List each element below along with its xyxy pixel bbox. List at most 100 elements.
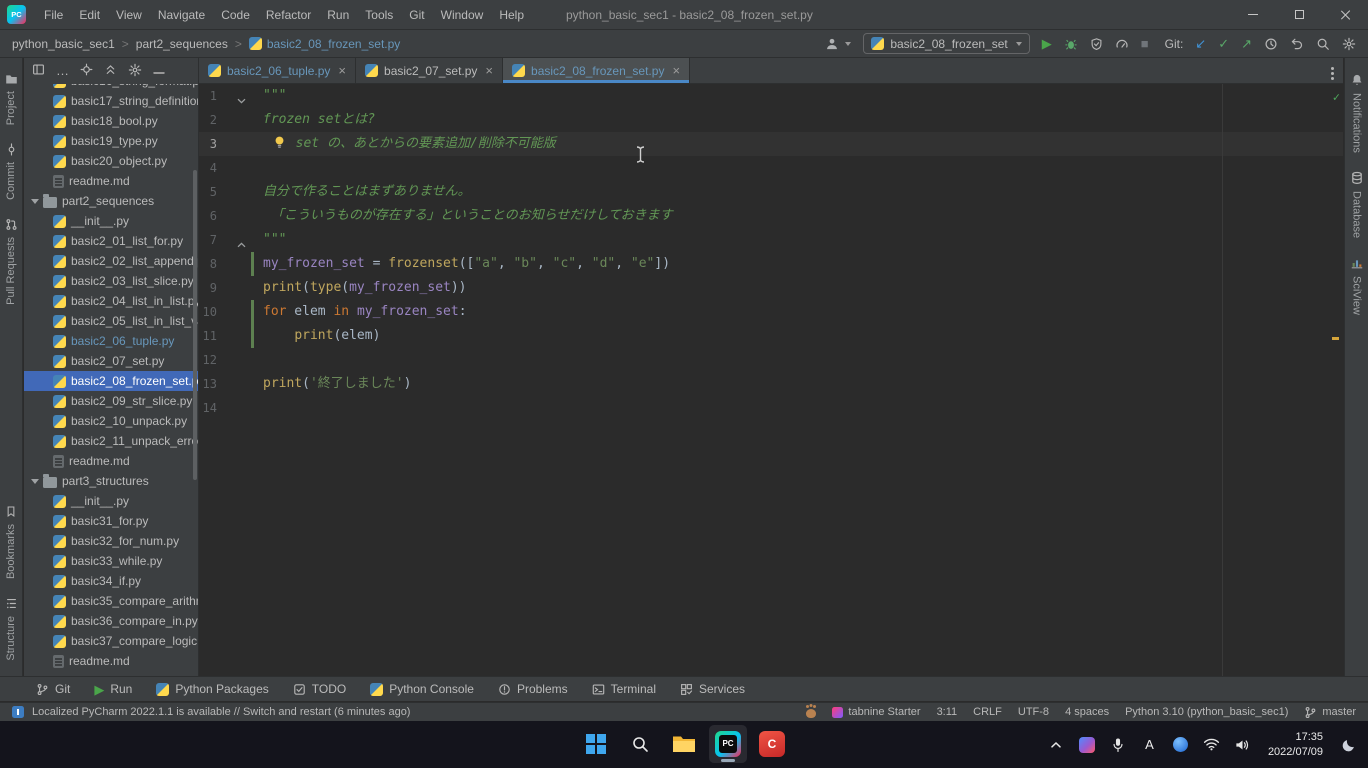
collapse-all-button[interactable] bbox=[104, 63, 117, 79]
status-utf-8[interactable]: UTF-8 bbox=[1018, 706, 1049, 718]
project-view-options-button[interactable] bbox=[32, 63, 45, 79]
status-python-3-10-python-basic-sec1[interactable]: Python 3.10 (python_basic_sec1) bbox=[1125, 706, 1288, 718]
tool-stripe-sciview[interactable]: SciView bbox=[1350, 256, 1364, 315]
tree-item[interactable]: part2_sequences bbox=[24, 191, 198, 211]
tree-item[interactable]: basic2_01_list_for.py bbox=[24, 231, 198, 251]
tab-options-icon[interactable] bbox=[1331, 64, 1334, 78]
menu-tools[interactable]: Tools bbox=[357, 0, 401, 30]
user-account-button[interactable] bbox=[825, 37, 851, 51]
tree-item[interactable]: basic2_07_set.py bbox=[24, 351, 198, 371]
tree-item[interactable]: basic34_if.py bbox=[24, 571, 198, 591]
editor-line[interactable]: 10for elem in my_frozen_set: bbox=[199, 300, 1343, 324]
editor-line[interactable]: 8my_frozen_set = frozenset(["a", "b", "c… bbox=[199, 252, 1343, 276]
tree-item[interactable]: readme.md bbox=[24, 171, 198, 191]
settings-button[interactable] bbox=[1342, 37, 1356, 51]
tray-ime-a[interactable] bbox=[1136, 728, 1163, 762]
commit-button[interactable]: ✓ bbox=[1218, 37, 1229, 50]
menu-file[interactable]: File bbox=[36, 0, 71, 30]
tool-stripe-database[interactable]: Database bbox=[1350, 171, 1364, 238]
run-config-button[interactable]: basic2_08_frozen_set bbox=[863, 33, 1029, 54]
editor-line[interactable]: 12 bbox=[199, 348, 1343, 372]
taskbar-search[interactable] bbox=[621, 725, 659, 763]
menu-navigate[interactable]: Navigate bbox=[150, 0, 213, 30]
tool-stripe-structure[interactable]: Structure bbox=[5, 597, 18, 661]
menu-run[interactable]: Run bbox=[319, 0, 357, 30]
tree-item[interactable]: basic33_while.py bbox=[24, 551, 198, 571]
tree-item[interactable]: __init__.py bbox=[24, 211, 198, 231]
breadcrumb-item-basic2-08-frozen-set-py[interactable]: basic2_08_frozen_set.py bbox=[249, 37, 400, 51]
tool-stripe-commit[interactable]: Commit bbox=[5, 143, 18, 200]
taskbar-pycharm[interactable] bbox=[709, 725, 747, 763]
tree-item[interactable]: basic32_for_num.py bbox=[24, 531, 198, 551]
inspections-ok-icon[interactable]: ✓ bbox=[1333, 90, 1340, 104]
breadcrumb-item-python-basic-sec1[interactable]: python_basic_sec1 bbox=[12, 37, 115, 51]
status-3-11[interactable]: 3:11 bbox=[937, 706, 958, 718]
taskbar-clock[interactable]: 17:35 2022/07/09 bbox=[1268, 730, 1323, 760]
search-everywhere-button[interactable] bbox=[1316, 37, 1330, 51]
debug-button[interactable] bbox=[1064, 37, 1078, 51]
menu-view[interactable]: View bbox=[108, 0, 150, 30]
update-project-button[interactable]: ↙ bbox=[1195, 37, 1206, 50]
menu-code[interactable]: Code bbox=[213, 0, 258, 30]
warning-stripe-mark[interactable] bbox=[1332, 337, 1339, 340]
chevron-down-icon[interactable] bbox=[31, 479, 39, 484]
toolwindow-run[interactable]: ▶Run bbox=[94, 682, 132, 696]
editor-tab-basic2-06-tuple-py[interactable]: basic2_06_tuple.py× bbox=[199, 58, 356, 83]
select-opened-file-button[interactable] bbox=[80, 63, 93, 79]
status-crlf[interactable]: CRLF bbox=[973, 706, 1002, 718]
editor-tab-basic2-07-set-py[interactable]: basic2_07_set.py× bbox=[356, 58, 503, 83]
tree-item[interactable]: basic2_03_list_slice.py bbox=[24, 271, 198, 291]
tree-item[interactable]: basic20_object.py bbox=[24, 151, 198, 171]
tree-item[interactable]: basic2_08_frozen_set.py bbox=[24, 371, 198, 391]
tray-wifi[interactable] bbox=[1198, 728, 1225, 762]
run-button[interactable]: ▶ bbox=[1042, 37, 1052, 50]
hide-panel-button[interactable] bbox=[153, 64, 165, 78]
tree-item[interactable]: basic2_09_str_slice.py bbox=[24, 391, 198, 411]
tray-chevron-up[interactable] bbox=[1043, 728, 1070, 762]
tree-item[interactable]: basic36_compare_in.py bbox=[24, 611, 198, 631]
editor-line[interactable]: 7""" bbox=[199, 228, 1343, 252]
tray-color-app[interactable] bbox=[1074, 728, 1101, 762]
tree-item[interactable]: basic17_string_definition bbox=[24, 91, 198, 111]
editor[interactable]: 1"""2frozen setとは?3 set の、あとからの要素追加/削除不可… bbox=[199, 84, 1343, 676]
breadcrumb-item-part2-sequences[interactable]: part2_sequences bbox=[136, 37, 228, 51]
run-with-coverage-button[interactable] bbox=[1090, 37, 1103, 51]
toolwindow-python-packages[interactable]: Python Packages bbox=[156, 682, 268, 696]
editor-line[interactable]: 6 「こういうものが存在する」ということのお知らせだけしておきます bbox=[199, 204, 1343, 228]
history-button[interactable] bbox=[1264, 37, 1278, 51]
editor-line[interactable]: 13print('終了しました') bbox=[199, 372, 1343, 396]
menu-window[interactable]: Window bbox=[433, 0, 492, 30]
editor-line[interactable]: 5自分で作ることはまずありません。 bbox=[199, 180, 1343, 204]
toolwindow-problems[interactable]: Problems bbox=[498, 682, 568, 696]
tree-item[interactable]: basic2_06_tuple.py bbox=[24, 331, 198, 351]
tree-item[interactable]: readme.md bbox=[24, 451, 198, 471]
tree-item[interactable]: basic37_compare_logic.p bbox=[24, 631, 198, 651]
tab-close-icon[interactable]: × bbox=[485, 63, 493, 78]
stop-button[interactable]: ■ bbox=[1141, 37, 1149, 50]
taskbar-red-app[interactable] bbox=[753, 725, 791, 763]
menu-git[interactable]: Git bbox=[401, 0, 432, 30]
editor-line[interactable]: 3 set の、あとからの要素追加/削除不可能版 bbox=[199, 132, 1343, 156]
chevron-down-icon[interactable] bbox=[31, 199, 39, 204]
toolwindow-git[interactable]: Git bbox=[36, 682, 70, 696]
editor-tab-basic2-08-frozen-set-py[interactable]: basic2_08_frozen_set.py× bbox=[503, 58, 690, 83]
rollback-button[interactable] bbox=[1290, 37, 1304, 50]
status-4-spaces[interactable]: 4 spaces bbox=[1065, 706, 1109, 718]
editor-line[interactable]: 1""" bbox=[199, 84, 1343, 108]
tray-blue-app[interactable] bbox=[1167, 728, 1194, 762]
editor-line[interactable]: 2frozen setとは? bbox=[199, 108, 1343, 132]
tree-item[interactable]: part3_structures bbox=[24, 471, 198, 491]
taskbar-file-explorer[interactable] bbox=[665, 725, 703, 763]
tree-item[interactable]: basic35_compare_arithm bbox=[24, 591, 198, 611]
menu-refactor[interactable]: Refactor bbox=[258, 0, 319, 30]
tree-item[interactable]: basic19_type.py bbox=[24, 131, 198, 151]
tool-stripe-notifications[interactable]: Notifications bbox=[1350, 73, 1364, 153]
tree-item[interactable]: basic2_02_list_append.py bbox=[24, 251, 198, 271]
tray-volume[interactable] bbox=[1229, 728, 1256, 762]
tree-item[interactable]: basic31_for.py bbox=[24, 511, 198, 531]
toolwindow-todo[interactable]: TODO bbox=[293, 682, 346, 696]
tab-close-icon[interactable]: × bbox=[672, 63, 680, 78]
editor-line[interactable]: 9print(type(my_frozen_set)) bbox=[199, 276, 1343, 300]
tree-item[interactable]: readme.md bbox=[24, 651, 198, 671]
focus-assist-button[interactable] bbox=[1335, 728, 1362, 762]
